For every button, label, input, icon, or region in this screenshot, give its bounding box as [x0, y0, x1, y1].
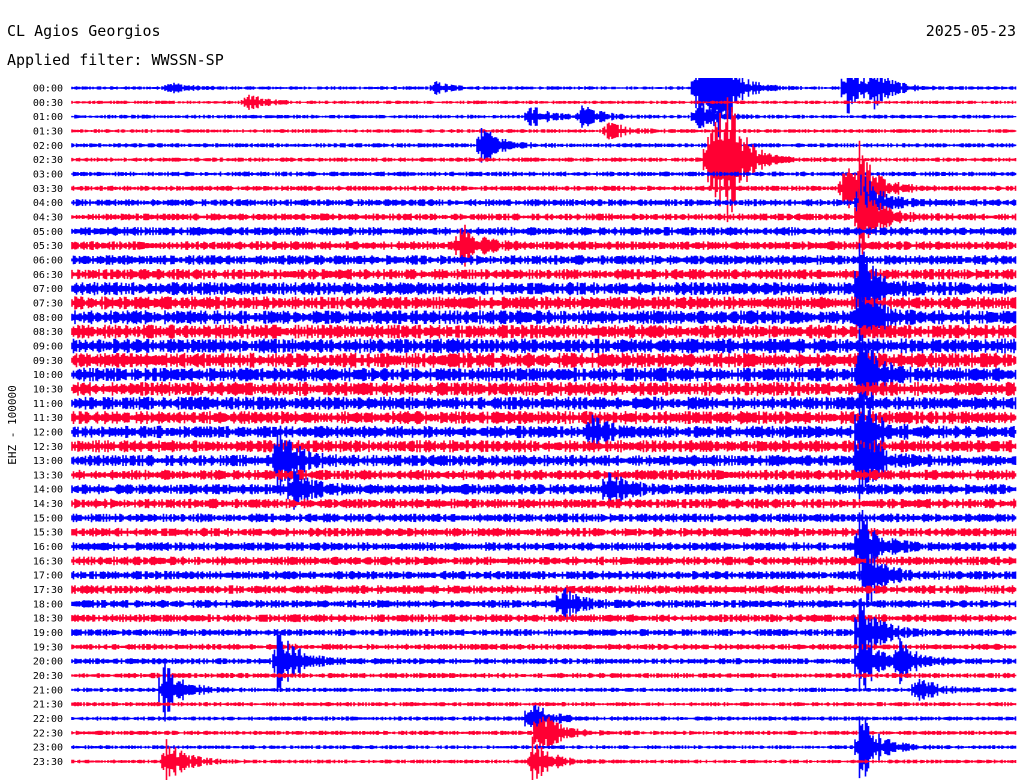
row-time-label: 04:30: [33, 212, 63, 223]
row-time-label: 14:00: [33, 485, 63, 496]
row-time-label: 02:00: [33, 141, 63, 152]
trace-row: [71, 672, 1017, 679]
row-time-label: 19:00: [33, 628, 63, 639]
row-time-label: 12:30: [33, 442, 63, 453]
row-time-label: 07:30: [33, 298, 63, 309]
trace-row: [71, 128, 1017, 163]
row-time-label: 07:00: [33, 284, 63, 295]
channel-label: EHZ - 100000: [6, 385, 19, 464]
row-time-label: 05:30: [33, 241, 63, 252]
trace-row: [71, 396, 1017, 410]
row-time-label: 03:00: [33, 169, 63, 180]
seismic-traces: [71, 37, 1017, 780]
row-time-labels: 00:00 00:30 01:00 01:30 02:00 02:30 03:00 03:30…: [33, 84, 63, 769]
row-time-label: 21:30: [33, 700, 63, 711]
row-time-label: 20:30: [33, 671, 63, 682]
row-time-label: 22:00: [33, 714, 63, 725]
row-time-label: 01:00: [33, 112, 63, 123]
trace-row: [71, 513, 1017, 523]
row-time-label: 23:00: [33, 743, 63, 754]
row-time-label: 05:00: [33, 227, 63, 238]
trace-row: [71, 498, 1017, 509]
row-time-label: 18:00: [33, 599, 63, 610]
row-time-label: 23:30: [33, 757, 63, 768]
row-time-label: 10:30: [33, 384, 63, 395]
row-time-label: 06:30: [33, 270, 63, 281]
trace-row: [71, 324, 1017, 339]
row-time-label: 01:30: [33, 126, 63, 137]
trace-row: [71, 469, 1017, 481]
row-time-label: 13:00: [33, 456, 63, 467]
helicorder-chart: 00:00 00:30 01:00 01:30 02:00 02:30 03:00 03:30…: [0, 0, 1024, 780]
row-time-label: 02:30: [33, 155, 63, 166]
row-time-label: 08:00: [33, 313, 63, 324]
row-time-label: 06:00: [33, 255, 63, 266]
row-time-label: 00:00: [33, 84, 63, 95]
row-time-label: 04:00: [33, 198, 63, 209]
trace-row: [71, 338, 1017, 354]
row-time-label: 22:30: [33, 728, 63, 739]
row-time-label: 20:00: [33, 657, 63, 668]
row-time-label: 17:30: [33, 585, 63, 596]
trace-row: [71, 643, 1017, 650]
row-time-label: 15:00: [33, 513, 63, 524]
row-time-label: 00:30: [33, 98, 63, 109]
row-time-label: 03:30: [33, 184, 63, 195]
row-time-label: 09:00: [33, 341, 63, 352]
filter-label: Applied filter: WWSSN-SP: [7, 51, 224, 69]
row-time-label: 15:30: [33, 528, 63, 539]
station-title: CL Agios Georgios: [7, 22, 161, 40]
row-time-label: 18:30: [33, 614, 63, 625]
row-time-label: 11:00: [33, 399, 63, 410]
trace-row: [71, 702, 1017, 707]
date-label: 2025-05-23: [926, 22, 1016, 40]
row-time-label: 10:00: [33, 370, 63, 381]
row-time-label: 16:30: [33, 556, 63, 567]
trace-row: [71, 440, 1017, 453]
row-time-label: 17:00: [33, 571, 63, 582]
row-time-label: 08:30: [33, 327, 63, 338]
row-time-label: 14:30: [33, 499, 63, 510]
row-time-label: 21:00: [33, 685, 63, 696]
trace-row: [71, 255, 1017, 265]
row-time-label: 09:30: [33, 356, 63, 367]
trace-row: [71, 171, 1017, 177]
row-time-label: 16:00: [33, 542, 63, 553]
trace-row: [71, 122, 1017, 140]
row-time-label: 19:30: [33, 642, 63, 653]
row-time-label: 12:00: [33, 427, 63, 438]
trace-row: [71, 411, 1017, 425]
row-time-label: 11:30: [33, 413, 63, 424]
row-time-label: 13:30: [33, 470, 63, 481]
